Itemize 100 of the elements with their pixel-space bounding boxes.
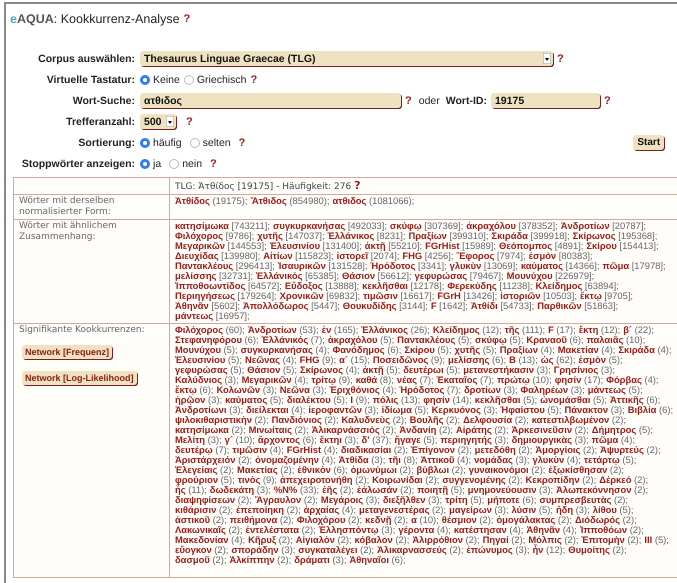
word-link[interactable]: Ἡρόδοτος bbox=[399, 384, 444, 395]
word-link[interactable]: Ἐλεγείαις bbox=[175, 464, 218, 475]
word-link[interactable]: κατέστησαν bbox=[454, 524, 507, 535]
word-link[interactable]: γλυκὺν bbox=[450, 260, 482, 271]
word-link[interactable]: Λακωνικαῖς bbox=[175, 524, 226, 535]
word-link[interactable]: ἱστοριῶν bbox=[500, 290, 540, 301]
word-link[interactable]: Φιλόχορος bbox=[175, 230, 223, 241]
word-link[interactable]: Νεῶνα bbox=[280, 384, 310, 395]
word-link[interactable]: ἀκτῇ bbox=[362, 364, 384, 375]
word-link[interactable]: ἀκραχόλου bbox=[328, 334, 378, 345]
word-link[interactable]: πῶμα bbox=[602, 260, 630, 271]
word-link[interactable]: χυτῆς bbox=[454, 344, 480, 355]
word-link[interactable]: Θάσιον bbox=[342, 270, 376, 281]
word-link[interactable]: σκύφῳ bbox=[390, 220, 422, 231]
word-link[interactable]: δροτίων bbox=[464, 384, 501, 395]
word-link[interactable]: Ἰσαυρικῶν bbox=[278, 260, 326, 271]
word-link[interactable]: Β bbox=[509, 354, 516, 365]
word-link[interactable]: μαγείρων bbox=[449, 504, 492, 515]
word-link[interactable]: Ἐριχθόνιος bbox=[330, 384, 380, 395]
word-link[interactable]: Ἑλλησπόντῳ bbox=[318, 524, 379, 535]
word-link[interactable]: Ἐλευσινίου bbox=[270, 240, 320, 251]
help-link[interactable]: ? bbox=[250, 74, 258, 86]
word-link[interactable]: Σκίρωνος bbox=[300, 364, 343, 375]
word-link[interactable]: τιμῶσιν bbox=[363, 290, 398, 301]
word-link[interactable]: Πηγαί bbox=[482, 534, 509, 545]
word-link[interactable]: III bbox=[644, 534, 652, 545]
word-link[interactable]: Σκίρου bbox=[586, 240, 617, 251]
word-link[interactable]: Θάσιον bbox=[247, 364, 280, 375]
word-link[interactable]: Κολωνῶν bbox=[216, 384, 260, 395]
word-link[interactable]: μήποτε bbox=[487, 494, 520, 505]
word-link[interactable]: μελίσσης bbox=[448, 354, 490, 365]
radio-option[interactable]: Keine bbox=[140, 74, 180, 86]
word-link[interactable]: πειθήμονα bbox=[230, 514, 278, 525]
word-link[interactable]: καθά bbox=[356, 374, 378, 385]
word-link[interactable]: νομάδας bbox=[474, 454, 513, 465]
word-link[interactable]: Ἀλιρρόθιον bbox=[412, 534, 463, 545]
word-link[interactable]: κατεστιλβωμένον bbox=[532, 414, 610, 425]
help-link[interactable]: ? bbox=[210, 158, 217, 170]
word-link[interactable]: Δέρκεό bbox=[599, 474, 632, 485]
word-link[interactable]: Ἀμοργίοις bbox=[535, 444, 580, 455]
word-link[interactable]: Φιλοχόρου bbox=[296, 514, 346, 525]
word-link[interactable]: ἱστορεῖ bbox=[336, 250, 368, 261]
word-link[interactable]: Μόλπις bbox=[528, 534, 562, 545]
word-link[interactable]: νέας bbox=[396, 374, 417, 385]
word-link[interactable]: Ἀπολλόδωρος bbox=[243, 300, 309, 311]
word-link[interactable]: Ἀτθίδος bbox=[175, 195, 210, 206]
word-link[interactable]: Αἰγιαλὸν bbox=[296, 534, 335, 545]
word-id-field[interactable]: 19175 bbox=[490, 93, 600, 108]
word-link[interactable]: κεκλῆσθαι bbox=[362, 280, 408, 291]
word-link[interactable]: Ἑλλάνικός bbox=[256, 270, 303, 281]
word-link[interactable]: Ἐπιτομὴν bbox=[581, 534, 625, 545]
word-link[interactable]: ὀνομαζομένην bbox=[255, 454, 319, 465]
word-link[interactable]: Βιβλία bbox=[628, 404, 656, 415]
help-link[interactable]: ? bbox=[354, 179, 360, 192]
word-link[interactable]: Ἀλκίππην bbox=[229, 554, 275, 565]
word-link[interactable]: Θεόπομπος bbox=[499, 240, 552, 251]
word-link[interactable]: ἧς bbox=[175, 484, 186, 495]
word-link[interactable]: ἦν bbox=[532, 544, 544, 555]
word-link[interactable]: Ἑλλάνικός bbox=[262, 334, 308, 345]
radio-option[interactable]: selten bbox=[190, 136, 231, 148]
word-link[interactable]: διαδικασίαι bbox=[340, 444, 392, 455]
hits-select[interactable]: 500 bbox=[140, 114, 176, 129]
word-link[interactable]: δημιουργικὰς bbox=[512, 434, 572, 445]
word-link[interactable]: Μεγαρικῶν bbox=[242, 374, 292, 385]
corpus-select[interactable]: Thesaurus Linguae Graecae (TLG) bbox=[140, 51, 553, 66]
word-link[interactable]: γεφυρώσας bbox=[414, 270, 468, 281]
word-link[interactable]: Φανόδημος bbox=[332, 344, 385, 355]
word-link[interactable]: Καλύδνιος bbox=[175, 374, 222, 385]
word-link[interactable]: τιμῶσιν bbox=[232, 444, 268, 455]
word-link[interactable]: ἐπώνυμος bbox=[466, 544, 513, 555]
word-link[interactable]: Κλείδημος bbox=[536, 280, 582, 291]
word-link[interactable]: Ἀριστάρχειόν bbox=[175, 454, 236, 465]
word-link[interactable]: ψιλοκιθαριστικὴν bbox=[175, 414, 252, 425]
word-link[interactable]: τρίτῳ bbox=[311, 374, 336, 385]
radio-option[interactable]: Griechisch bbox=[184, 74, 246, 86]
word-link[interactable]: Παντακλέους bbox=[397, 334, 456, 345]
word-link[interactable]: Διόδωρός bbox=[574, 514, 620, 525]
word-link[interactable]: γ´ bbox=[224, 434, 234, 445]
word-link[interactable]: ἤγαγε bbox=[394, 434, 421, 445]
word-link[interactable]: Κῆρυξ bbox=[248, 534, 276, 545]
word-link[interactable]: πόλις bbox=[372, 394, 398, 405]
radio-option[interactable]: ja bbox=[140, 158, 162, 170]
word-link[interactable]: Ποσειδῶνος bbox=[372, 354, 428, 365]
word-link[interactable]: βύβλωι bbox=[416, 464, 450, 475]
word-link[interactable]: δευτέρωι bbox=[403, 364, 444, 375]
word-link[interactable]: F bbox=[548, 324, 554, 335]
word-link[interactable]: FGrHist bbox=[286, 444, 322, 455]
word-link[interactable]: Μουνύχου bbox=[506, 270, 553, 281]
word-link[interactable]: FHG bbox=[300, 354, 320, 365]
word-link[interactable]: μετανεστήκασιν bbox=[463, 364, 534, 375]
word-link[interactable]: Καλυδνεὺς bbox=[341, 414, 390, 425]
word-link[interactable]: Μακετίαν bbox=[558, 344, 599, 355]
word-link[interactable]: ἔκτῳ bbox=[580, 290, 602, 301]
word-link[interactable]: ἀστικοῦ bbox=[175, 514, 210, 525]
word-link[interactable]: δασμοῦ bbox=[175, 554, 210, 565]
word-link[interactable]: γέροντα bbox=[398, 524, 434, 535]
word-link[interactable]: Ἀτθίδι bbox=[470, 300, 498, 311]
word-link[interactable]: Παντακλέους bbox=[175, 260, 234, 271]
word-link[interactable]: μετεδόθη bbox=[474, 444, 516, 455]
word-link[interactable]: Γρησίνιος bbox=[554, 364, 598, 375]
